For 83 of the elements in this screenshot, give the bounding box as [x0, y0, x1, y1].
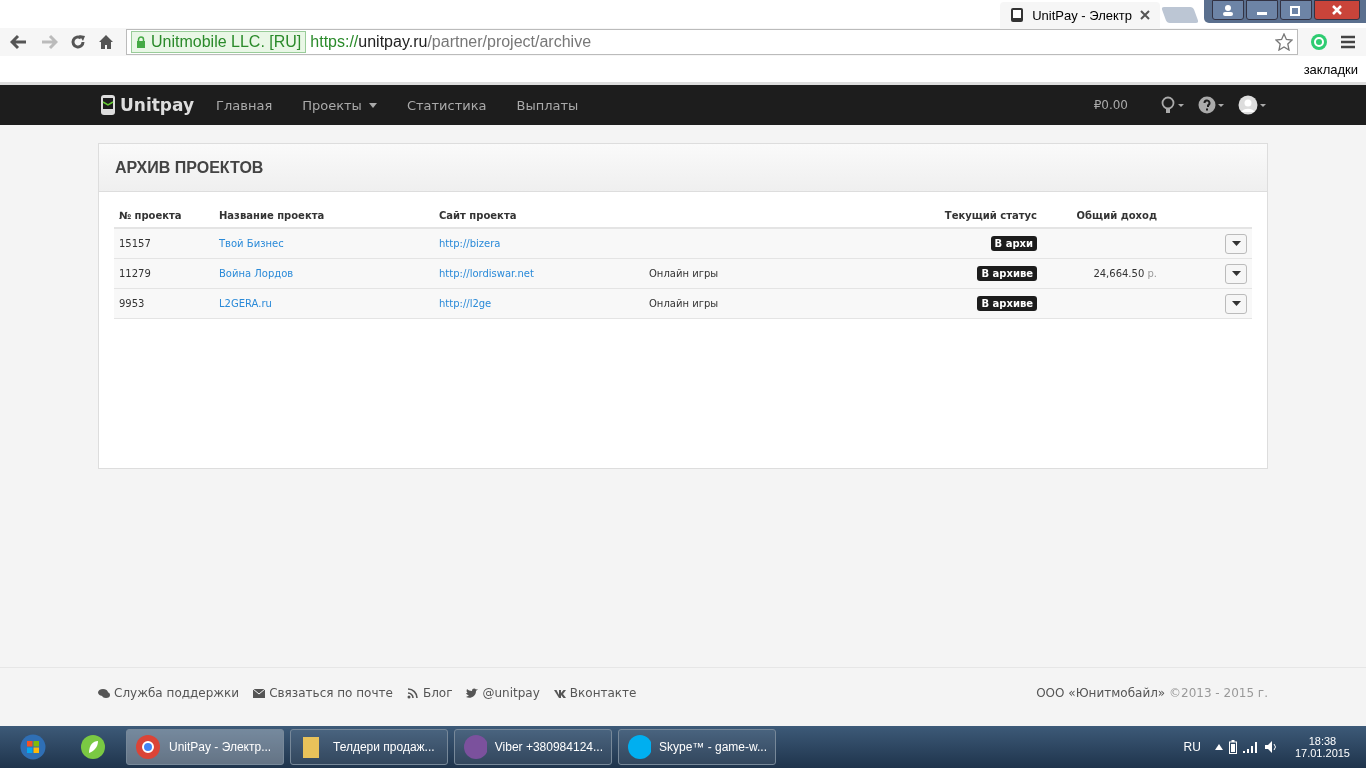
table-cell: 15157	[114, 228, 214, 259]
caret-icon	[368, 102, 377, 108]
caret-icon	[1231, 241, 1241, 246]
minimize-button[interactable]	[1246, 0, 1278, 20]
lock-icon	[136, 36, 146, 48]
status-label: В архиве	[977, 296, 1037, 311]
status-label: В архи	[990, 236, 1037, 251]
nav-link[interactable]: Главная	[216, 97, 273, 113]
vk-icon	[553, 687, 566, 699]
minimize-icon	[1257, 11, 1267, 15]
taskbar-item[interactable]: UnitPay - Электр...	[126, 729, 284, 765]
project-link[interactable]: L2GERA.ru	[219, 298, 272, 309]
panel-title: АРХИВ ПРОЕКТОВ	[115, 159, 264, 177]
currency-label: р.	[1147, 268, 1157, 279]
caret-icon	[1231, 301, 1241, 306]
site-link[interactable]: http://l2ge	[439, 298, 492, 309]
status-label: В архиве	[977, 266, 1037, 281]
system-clock[interactable]: 18:38 17.01.2015	[1294, 735, 1350, 759]
speaker-icon[interactable]	[1264, 741, 1279, 753]
certificate-badge[interactable]: Unitmobile LLC. [RU]	[131, 31, 307, 53]
person-icon	[1222, 4, 1234, 16]
project-link[interactable]: Война Лордов	[219, 268, 294, 279]
taskbar-item[interactable]: Skype™ - game-w...	[618, 729, 776, 765]
copyright-text: ООО «Юнитмобайл» ©2013 - 2015 г.	[1036, 686, 1268, 700]
help-icon	[1198, 96, 1226, 114]
close-icon	[1331, 4, 1343, 16]
account-dropdown[interactable]	[1238, 95, 1268, 115]
close-icon[interactable]	[1140, 10, 1150, 20]
phone-icon	[100, 94, 116, 116]
user-button[interactable]	[1212, 0, 1244, 20]
table-cell: Онлайн игры	[649, 298, 719, 309]
bird-icon	[466, 687, 479, 699]
language-indicator[interactable]: RU	[1183, 740, 1201, 754]
back-icon[interactable]	[10, 34, 28, 50]
home-icon[interactable]	[98, 34, 114, 50]
rss-icon	[406, 687, 419, 699]
table-cell: 11279	[114, 258, 214, 289]
bookmarks-label[interactable]: закладки	[1303, 61, 1358, 77]
income-amount: 24,664.50	[1093, 268, 1145, 279]
balance-text[interactable]: ₽0.00	[1093, 98, 1128, 112]
nav-link[interactable]: Статистика	[406, 97, 487, 113]
maximize-button[interactable]	[1280, 0, 1312, 20]
nav-link[interactable]: Выплаты	[516, 97, 579, 113]
envelope-icon	[253, 687, 266, 699]
speech-bubbles-icon	[98, 687, 110, 699]
row-actions-button[interactable]	[1225, 233, 1247, 254]
help-dropdown[interactable]	[1198, 96, 1226, 114]
battery-icon[interactable]	[1228, 740, 1237, 754]
project-link[interactable]: Твой Бизнес	[219, 238, 284, 249]
windows-logo-icon	[20, 734, 46, 760]
caret-up-icon[interactable]	[1214, 744, 1223, 750]
signal-icon[interactable]	[1242, 741, 1259, 753]
nav-link[interactable]: Проекты	[302, 97, 377, 113]
phone-icon	[1010, 7, 1025, 23]
taskbar-item[interactable]: Viber +380984124...	[454, 729, 612, 765]
lightbulb-icon	[1160, 96, 1186, 114]
footer-link[interactable]: Связаться по почте	[253, 686, 393, 700]
table-cell: 9953	[114, 288, 214, 319]
star-icon[interactable]	[1275, 33, 1293, 51]
leaf-app-icon	[80, 734, 106, 760]
reload-icon[interactable]	[70, 34, 86, 50]
user-avatar-icon	[1238, 95, 1268, 115]
taskbar-item[interactable]: Телдери продаж...	[290, 729, 448, 765]
brand-logo[interactable]: Unitpay	[100, 94, 195, 116]
footer-link[interactable]: Вконтакте	[553, 686, 637, 700]
site-link[interactable]: http://lordiswar.net	[439, 268, 534, 279]
site-link[interactable]: http://bizera	[439, 238, 501, 249]
tab-title: UnitPay - Электр	[1032, 7, 1132, 23]
footer-link[interactable]: Блог	[406, 686, 453, 700]
address-bar[interactable]: Unitmobile LLC. [RU] https://unitpay.ru/partner/project/archive	[126, 29, 1298, 55]
restore-icon	[1290, 4, 1302, 16]
row-actions-button[interactable]	[1225, 263, 1247, 284]
footer-link[interactable]: Служба поддержки	[98, 686, 240, 700]
browser-tab[interactable]: UnitPay - Электр	[1000, 2, 1160, 28]
caret-icon	[1231, 271, 1241, 276]
url-text: https://unitpay.ru/partner/project/archive	[310, 33, 592, 51]
window-close-button[interactable]	[1314, 0, 1360, 20]
footer-link[interactable]: @unitpay	[466, 686, 540, 700]
chrome-icon	[135, 734, 161, 760]
tips-dropdown[interactable]	[1160, 96, 1186, 114]
menu-icon[interactable]	[1340, 35, 1356, 49]
row-actions-button[interactable]	[1225, 293, 1247, 314]
table-cell: Онлайн игры	[649, 268, 719, 279]
